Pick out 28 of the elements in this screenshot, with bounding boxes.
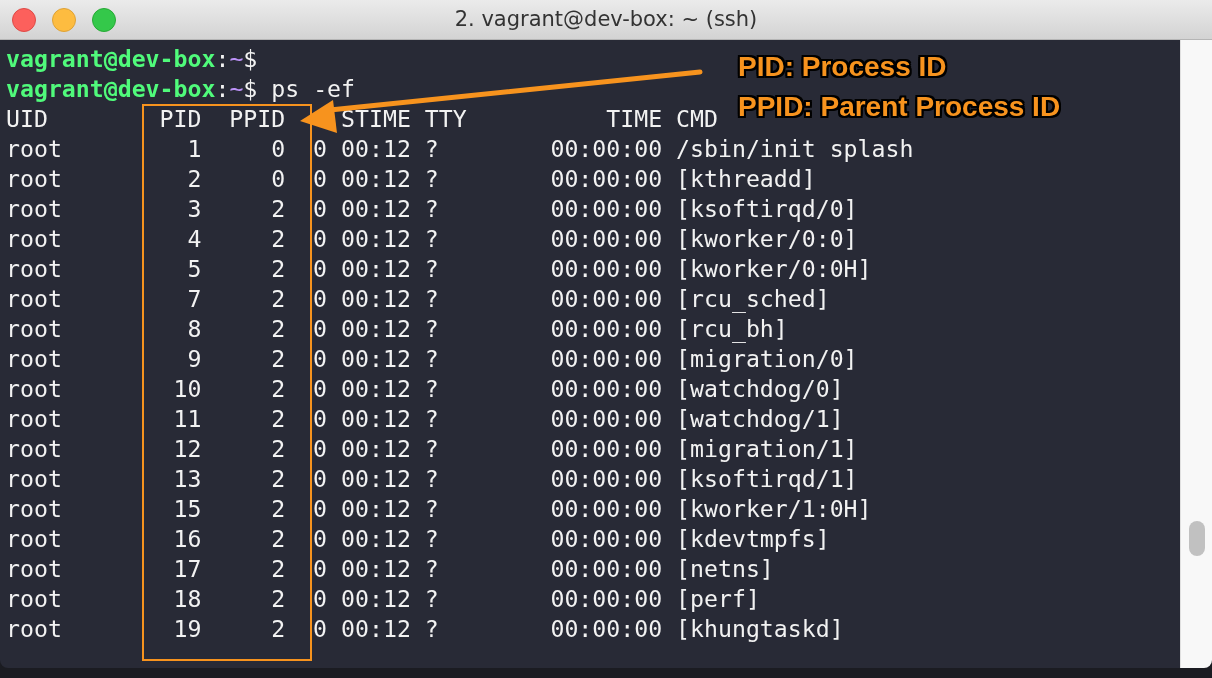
output-line: root 18 2 0 00:12 ? 00:00:00 [perf] — [6, 584, 760, 614]
window-title: 2. vagrant@dev-box: ~ (ssh) — [454, 6, 758, 31]
output-line: root 12 2 0 00:12 ? 00:00:00 [migration/1] — [6, 434, 858, 464]
output-line: root 16 2 0 00:12 ? 00:00:00 [kdevtmpfs] — [6, 524, 830, 554]
output-line: root 5 2 0 00:12 ? 00:00:00 [kworker/0:0H] — [6, 254, 872, 284]
output-line: root 7 2 0 00:12 ? 00:00:00 [rcu_sched] — [6, 284, 830, 314]
output-line: root 3 2 0 00:12 ? 00:00:00 [ksoftirqd/0] — [6, 194, 858, 224]
prompt-line: vagrant@dev-box:~$ — [6, 44, 258, 74]
command-line: vagrant@dev-box:~$ ps -ef — [6, 74, 356, 104]
output-line: root 8 2 0 00:12 ? 00:00:00 [rcu_bh] — [6, 314, 788, 344]
scroll-thumb[interactable] — [1189, 521, 1205, 556]
output-line: root 11 2 0 00:12 ? 00:00:00 [watchdog/1] — [6, 404, 844, 434]
annotation-text: PPID: Parent Process ID — [738, 90, 1061, 124]
annotation-text: PID: Process ID — [738, 50, 948, 84]
output-line: root 15 2 0 00:12 ? 00:00:00 [kworker/1:0H] — [6, 494, 872, 524]
output-line: root 10 2 0 00:12 ? 00:00:00 [watchdog/0] — [6, 374, 844, 404]
close-button[interactable] — [12, 8, 36, 32]
scrollbar[interactable] — [1180, 40, 1212, 668]
zoom-button[interactable] — [92, 8, 116, 32]
minimize-button[interactable] — [52, 8, 76, 32]
output-line: root 13 2 0 00:12 ? 00:00:00 [ksoftirqd/1] — [6, 464, 858, 494]
output-line: UID PID PPID STIME TTY TIME CMD — [6, 104, 718, 134]
output-line: root 9 2 0 00:12 ? 00:00:00 [migration/0] — [6, 344, 858, 374]
output-line: root 17 2 0 00:12 ? 00:00:00 [netns] — [6, 554, 774, 584]
output-line: root 4 2 0 00:12 ? 00:00:00 [kworker/0:0] — [6, 224, 858, 254]
output-line: root 2 0 0 00:12 ? 00:00:00 [kthreadd] — [6, 164, 816, 194]
output-line: root 19 2 0 00:12 ? 00:00:00 [khungtaskd] — [6, 614, 844, 644]
output-line: root 1 0 0 00:12 ? 00:00:00 /sbin/init splash — [6, 134, 914, 164]
